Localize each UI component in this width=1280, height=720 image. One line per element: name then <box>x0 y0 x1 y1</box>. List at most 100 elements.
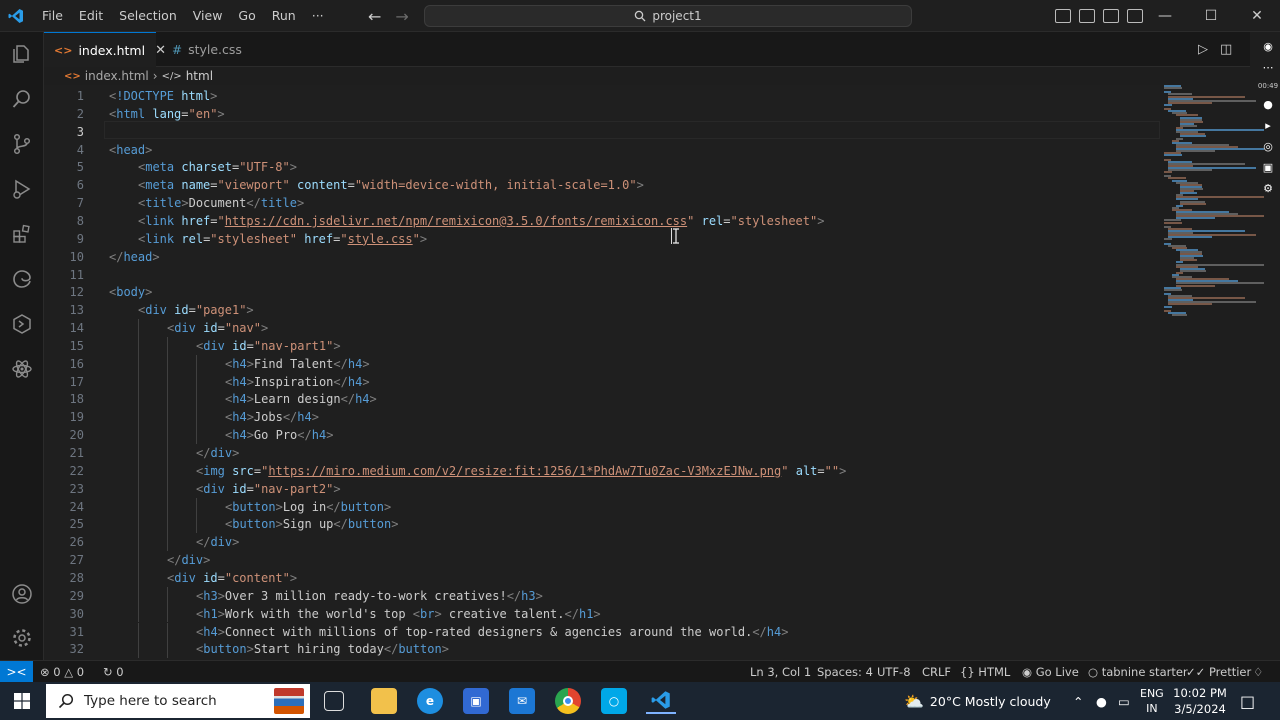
remote-indicator-icon[interactable]: >< <box>0 661 33 683</box>
store-icon[interactable]: ▣ <box>463 688 489 714</box>
indentation[interactable]: Spaces: 4 <box>817 661 873 683</box>
close-button[interactable]: ✕ <box>1234 0 1280 32</box>
minimap[interactable] <box>1160 85 1264 325</box>
account-icon[interactable] <box>8 580 36 608</box>
problems-status[interactable]: ⊗ 0 △ 0 <box>40 661 84 683</box>
ports-status[interactable]: ↻ 0 <box>103 661 124 683</box>
code-line[interactable]: 7 <title>Document</title> <box>44 194 1160 212</box>
code-line[interactable]: 9 <link rel="stylesheet" href="style.css"… <box>44 230 1160 248</box>
code-line[interactable]: 27 </div> <box>44 551 1160 569</box>
code-line[interactable]: 15 <div id="nav-part1"> <box>44 337 1160 355</box>
tab-style-css[interactable]: # style.css <box>162 32 262 67</box>
go-live-button[interactable]: ◉ Go Live <box>1022 661 1079 683</box>
code-line[interactable]: 13 <div id="page1"> <box>44 301 1160 319</box>
code-line[interactable]: 28 <div id="content"> <box>44 569 1160 587</box>
code-line[interactable]: 6 <meta name="viewport" content="width=de… <box>44 176 1160 194</box>
breadcrumb-symbol[interactable]: html <box>186 69 213 83</box>
vscode-taskbar-icon[interactable] <box>646 688 676 714</box>
recorder-app-icon[interactable]: ○ <box>601 688 627 714</box>
gear-icon[interactable]: ⚙ <box>1263 182 1273 195</box>
extensions-icon[interactable] <box>8 220 36 248</box>
more-icon[interactable]: ⋯ <box>1263 61 1274 74</box>
battery-icon[interactable]: ▭ <box>1118 682 1130 720</box>
code-line[interactable]: 2 <html lang="en"> <box>44 105 1160 123</box>
breadcrumb-file[interactable]: index.html <box>85 69 149 83</box>
menu-file[interactable]: File <box>34 0 71 32</box>
code-line[interactable]: 24 <button>Log in</button> <box>44 498 1160 516</box>
language-mode[interactable]: {} HTML <box>960 661 1010 683</box>
explorer-icon[interactable] <box>8 40 36 68</box>
window-icon[interactable]: ▣ <box>1263 161 1273 174</box>
system-clock[interactable]: 10:02 PM 3/5/2024 <box>1172 685 1228 717</box>
code-line[interactable]: 12 <body> <box>44 283 1160 301</box>
notifications-bell-icon[interactable]: ♢ <box>1253 661 1263 683</box>
toggle-primary-sidebar-icon[interactable] <box>1055 9 1071 23</box>
speaker-icon[interactable]: ▸ <box>1265 119 1271 132</box>
encoding[interactable]: UTF-8 <box>877 661 911 683</box>
code-line[interactable]: 5 <meta charset="UTF-8"> <box>44 158 1160 176</box>
webcam-icon[interactable]: ◎ <box>1263 140 1273 153</box>
run-icon[interactable]: ▷ <box>1198 42 1208 57</box>
source-control-icon[interactable] <box>8 130 36 158</box>
file-explorer-icon[interactable] <box>371 688 397 714</box>
toggle-secondary-sidebar-icon[interactable] <box>1103 9 1119 23</box>
cursor-position[interactable]: Ln 3, Col 1 <box>750 661 811 683</box>
code-line[interactable]: 8 <link href="https://cdn.jsdelivr.net/np… <box>44 212 1160 230</box>
code-line[interactable]: 23 <div id="nav-part2"> <box>44 480 1160 498</box>
code-line[interactable]: 4 <head> <box>44 141 1160 159</box>
code-line[interactable]: 20 <h4>Go Pro</h4> <box>44 426 1160 444</box>
code-line[interactable]: 30 <h1>Work with the world's top <br> cre… <box>44 605 1160 623</box>
command-center-search[interactable]: project1 <box>424 5 912 27</box>
customize-layout-icon[interactable] <box>1127 9 1143 23</box>
mail-icon[interactable]: ✉ <box>509 688 535 714</box>
microphone-tray-icon[interactable]: ● <box>1096 682 1107 720</box>
input-language[interactable]: ENG IN <box>1140 682 1164 720</box>
chrome-icon[interactable] <box>555 688 581 714</box>
code-line[interactable]: 25 <button>Sign up</button> <box>44 515 1160 533</box>
code-line[interactable]: 26 </div> <box>44 533 1160 551</box>
remote-explorer-icon[interactable] <box>8 310 36 338</box>
code-line[interactable]: 16 <h4>Find Talent</h4> <box>44 355 1160 373</box>
menu-edit[interactable]: Edit <box>71 0 111 32</box>
menu-more[interactable]: ··· <box>304 0 332 32</box>
code-line[interactable]: 10 </head> <box>44 248 1160 266</box>
code-line[interactable]: 22 <img src="https://miro.medium.com/v2/r… <box>44 462 1160 480</box>
code-line[interactable]: 32 <button>Start hiring today</button> <box>44 640 1160 658</box>
code-line[interactable]: 17 <h4>Inspiration</h4> <box>44 373 1160 391</box>
code-editor[interactable]: 1 <!DOCTYPE html> 2 <html lang="en"> 3 4 <head… <box>44 85 1160 660</box>
windows-start-icon[interactable] <box>0 682 44 720</box>
run-debug-icon[interactable] <box>8 175 36 203</box>
settings-gear-icon[interactable] <box>8 624 36 652</box>
back-arrow-icon[interactable]: ← <box>368 7 381 26</box>
edge-tools-icon[interactable] <box>8 265 36 293</box>
line-ending[interactable]: CRLF <box>922 661 951 683</box>
microphone-icon[interactable]: ● <box>1263 98 1273 111</box>
code-line[interactable]: 1 <!DOCTYPE html> <box>44 87 1160 105</box>
menu-view[interactable]: View <box>185 0 231 32</box>
notification-center-icon[interactable]: □ <box>1240 682 1255 720</box>
taskbar-search[interactable]: Type here to search <box>46 684 310 718</box>
search-icon[interactable] <box>8 85 36 113</box>
menu-run[interactable]: Run <box>264 0 304 32</box>
code-line[interactable]: 21 </div> <box>44 444 1160 462</box>
maximize-button[interactable]: ☐ <box>1188 0 1234 32</box>
tray-chevron-up-icon[interactable]: ⌃ <box>1073 682 1083 720</box>
tabnine-status[interactable]: ○ tabnine starter <box>1088 661 1188 683</box>
code-line[interactable]: 11 <box>44 266 1160 284</box>
forward-arrow-icon[interactable]: → <box>395 7 408 26</box>
camera-icon[interactable]: ◉ <box>1263 40 1273 53</box>
ai-assistant-icon[interactable] <box>8 355 36 383</box>
menu-go[interactable]: Go <box>230 0 263 32</box>
weather-widget[interactable]: ⛅ 20°C Mostly cloudy <box>904 682 1051 720</box>
code-line[interactable]: 29 <h3>Over 3 million ready-to-work creat… <box>44 587 1160 605</box>
code-line[interactable]: 18 <h4>Learn design</h4> <box>44 390 1160 408</box>
code-line[interactable]: 14 <div id="nav"> <box>44 319 1160 337</box>
code-line[interactable]: 3 <box>44 123 1160 141</box>
task-view-icon[interactable] <box>324 691 344 711</box>
minimize-button[interactable]: — <box>1142 0 1188 32</box>
menu-selection[interactable]: Selection <box>111 0 185 32</box>
edge-browser-icon[interactable]: e <box>417 688 443 714</box>
code-line[interactable]: 19 <h4>Jobs</h4> <box>44 408 1160 426</box>
toggle-panel-icon[interactable] <box>1079 9 1095 23</box>
tab-index-html[interactable]: <> index.html ✕ <box>44 32 166 67</box>
